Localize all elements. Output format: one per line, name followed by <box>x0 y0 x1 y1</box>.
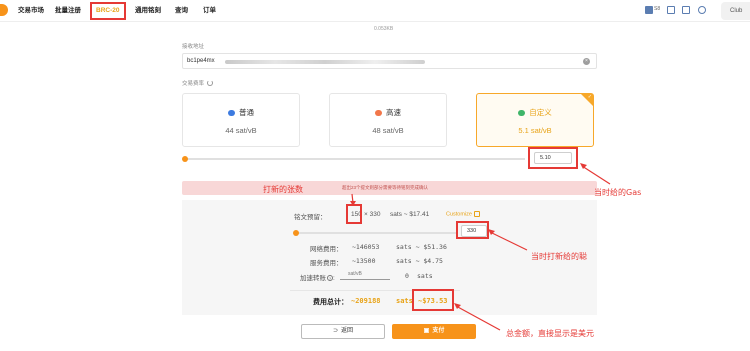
gas-annotation: 当时给的Gas <box>594 188 642 197</box>
page: 交易市场 批量注册 BRC-20 通用铭刻 查询 订单 S8 Club 0.05… <box>0 0 750 351</box>
sats-annotation: 当时打新给的聪 <box>531 252 587 261</box>
count-annotation: 打新的张数 <box>263 185 303 194</box>
total-annotation: 总金额，直接显示是美元 <box>506 329 594 338</box>
annotation-arrows <box>350 163 611 331</box>
